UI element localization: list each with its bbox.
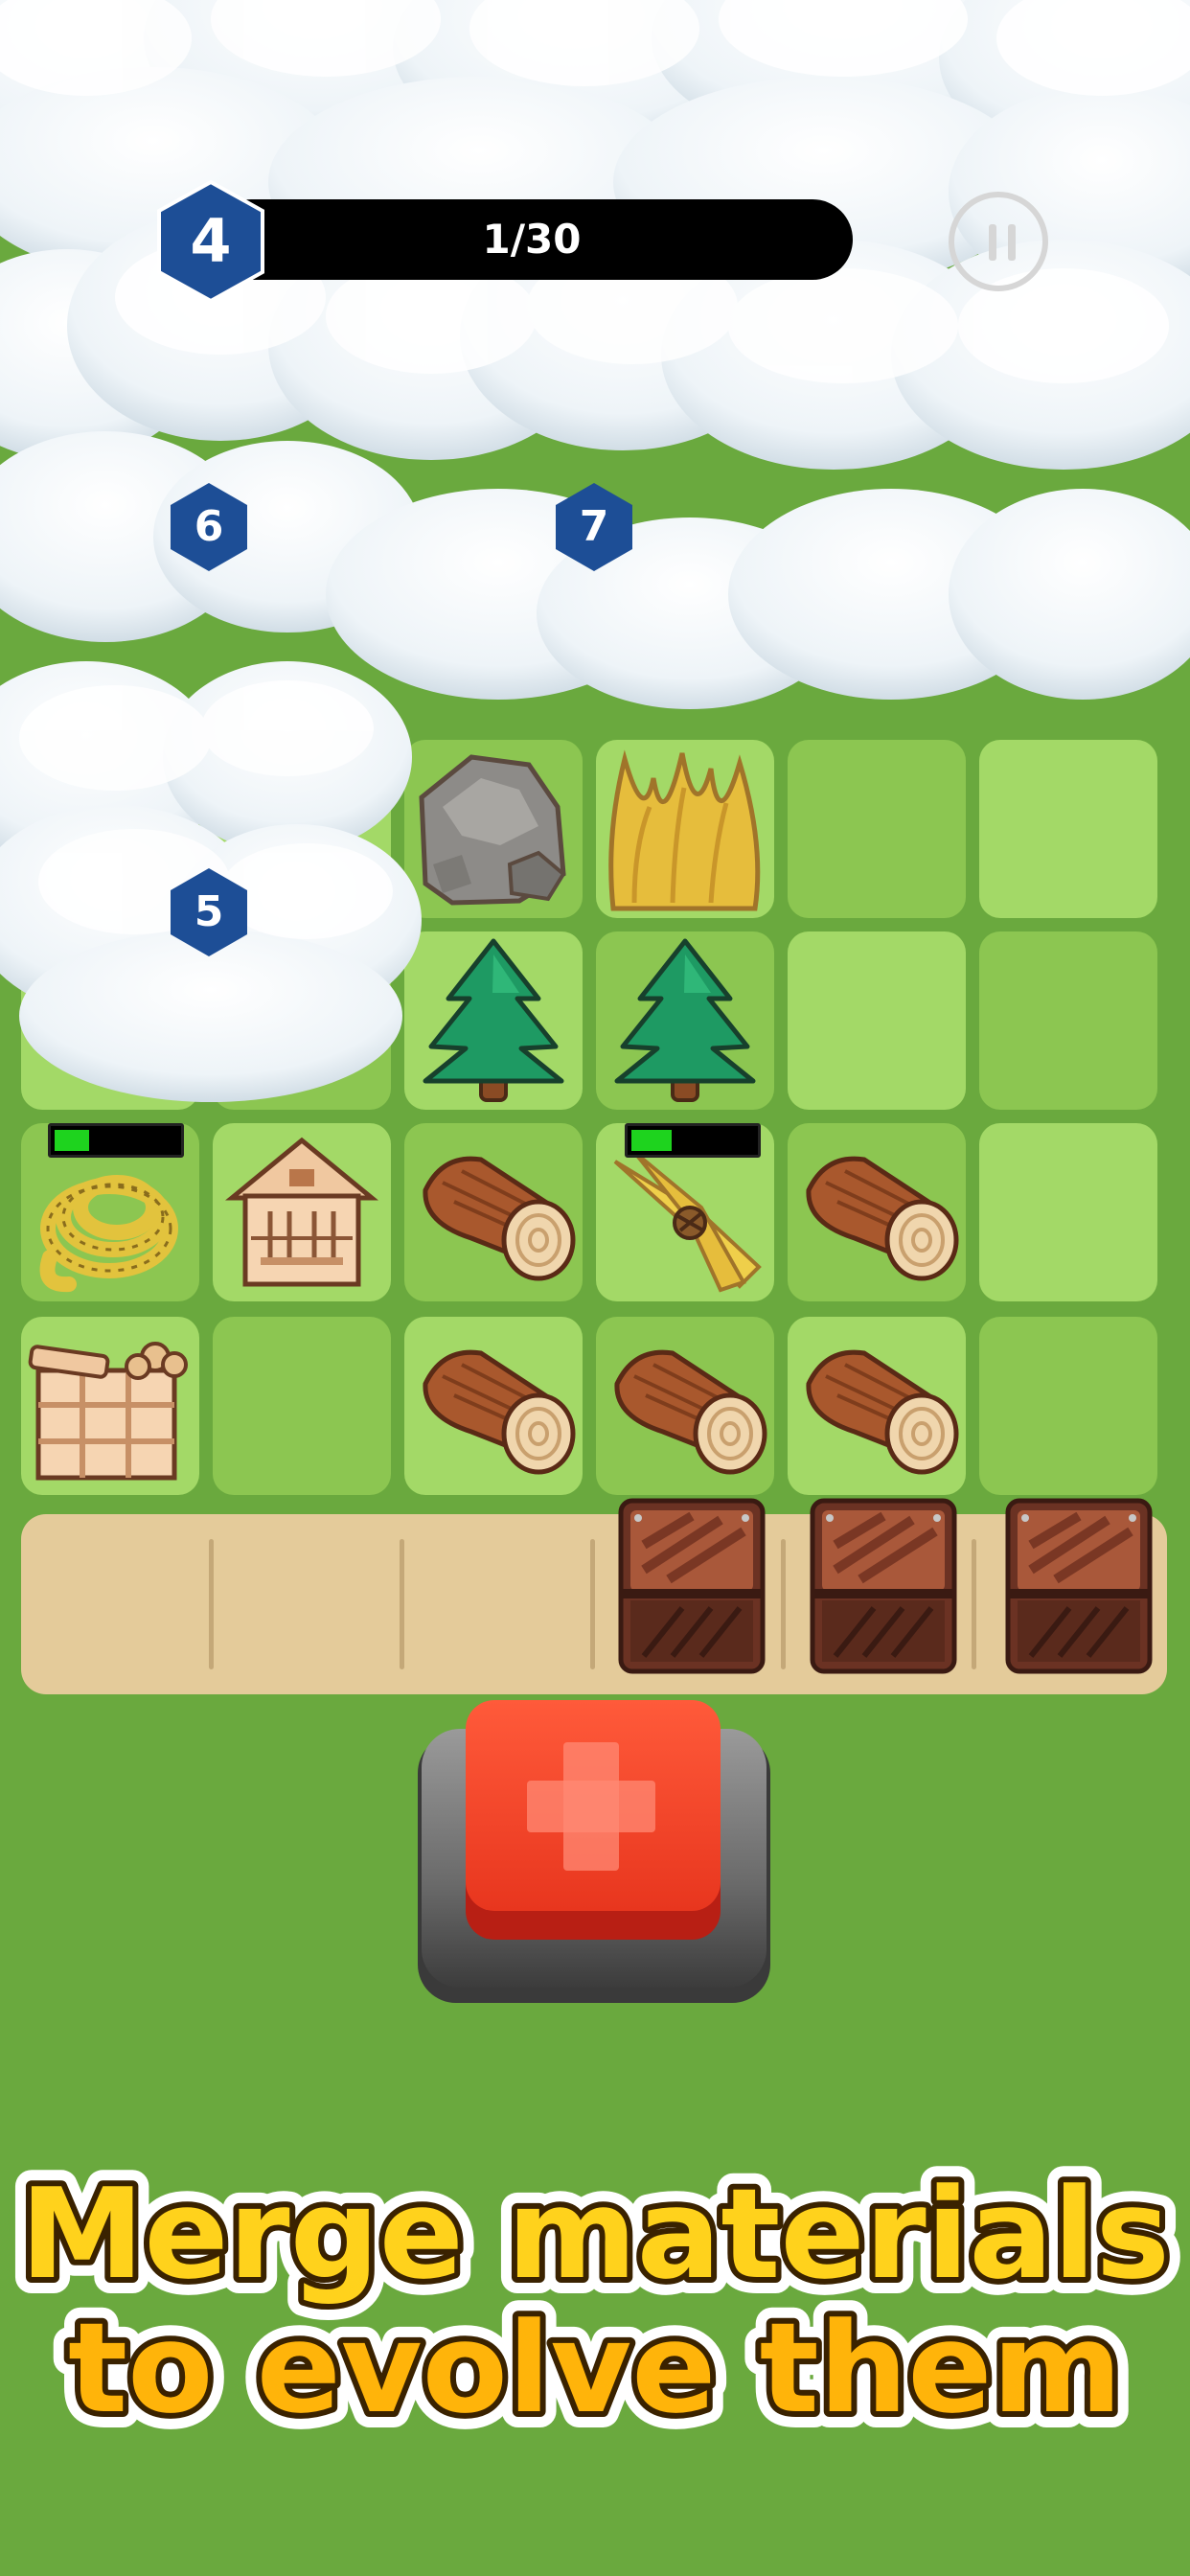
board-tile[interactable]	[788, 932, 966, 1110]
progress-text: 1/30	[482, 216, 582, 263]
level-progress-bar: 1/30 4	[153, 178, 853, 304]
tray-chest-item[interactable]	[1002, 1493, 1156, 1679]
log-item[interactable]	[788, 1123, 966, 1301]
production-progress-fill	[55, 1130, 89, 1151]
board-tile[interactable]	[788, 740, 966, 918]
stone-item[interactable]	[404, 740, 583, 918]
tray-chest-item[interactable]	[615, 1493, 768, 1679]
production-progress-bar	[625, 1123, 761, 1158]
level-number: 4	[190, 206, 232, 276]
spawn-item-button[interactable]	[412, 1696, 776, 2012]
wheat-item[interactable]	[596, 740, 774, 918]
game-screen: 6 7 5 1/30 4 Merge materials Merge mater…	[0, 0, 1190, 2576]
promo-line2: to evolve them	[68, 2295, 1122, 2441]
production-progress-bar	[48, 1123, 184, 1158]
locked-zone-number: 6	[194, 502, 224, 551]
tree-item[interactable]	[596, 932, 774, 1110]
board-tile[interactable]	[979, 1317, 1157, 1495]
level-badge: 4	[153, 178, 268, 305]
production-progress-fill	[631, 1130, 672, 1151]
wood-house-item[interactable]	[213, 1123, 391, 1301]
promo-line1: Merge materials	[20, 2161, 1170, 2307]
board-tile[interactable]	[979, 932, 1157, 1110]
pause-icon	[989, 224, 996, 261]
locked-zone-badge[interactable]: 5	[167, 866, 251, 958]
log-item[interactable]	[404, 1123, 583, 1301]
locked-zone-number: 5	[194, 887, 224, 936]
tray-chest-item[interactable]	[807, 1493, 960, 1679]
locked-zone-badge[interactable]: 7	[552, 481, 636, 573]
tray-divider	[590, 1539, 595, 1669]
lumber-crate-item[interactable]	[21, 1317, 199, 1495]
board-tile[interactable]	[979, 1123, 1157, 1301]
log-item[interactable]	[596, 1317, 774, 1495]
tray-divider	[781, 1539, 786, 1669]
tray-divider	[400, 1539, 404, 1669]
promo-caption: Merge materials Merge materials to evolv…	[0, 2156, 1190, 2520]
pause-button[interactable]	[949, 192, 1048, 291]
log-item[interactable]	[788, 1317, 966, 1495]
tree-item[interactable]	[404, 932, 583, 1110]
locked-zone-badge[interactable]: 6	[167, 481, 251, 573]
tray-divider	[972, 1539, 976, 1669]
board-tile[interactable]	[979, 740, 1157, 918]
pause-icon	[1008, 224, 1016, 261]
board-tile[interactable]	[213, 1317, 391, 1495]
tray-divider	[209, 1539, 214, 1669]
locked-zone-number: 7	[579, 502, 609, 551]
log-item[interactable]	[404, 1317, 583, 1495]
item-tray	[21, 1514, 1167, 1694]
